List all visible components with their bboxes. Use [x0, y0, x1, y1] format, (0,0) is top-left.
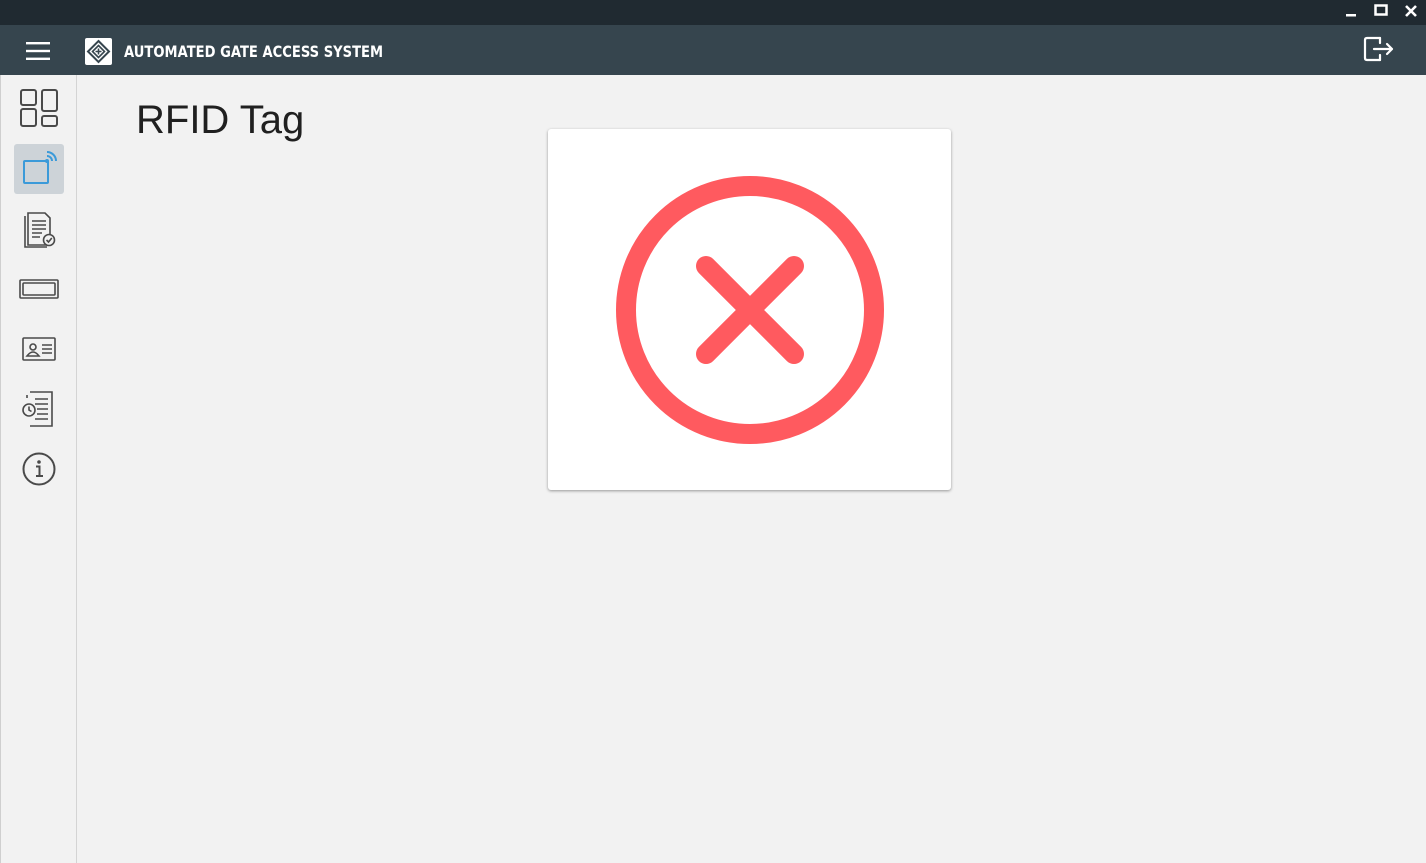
minimize-button[interactable] [1336, 0, 1366, 22]
document-check-icon [24, 212, 56, 248]
sidebar-item-id-card[interactable] [14, 324, 64, 374]
close-button[interactable] [1396, 0, 1426, 22]
sidebar-item-dashboard[interactable] [14, 83, 64, 133]
id-card-icon [22, 337, 56, 361]
sidebar-item-tag-card[interactable] [14, 264, 64, 314]
sidebar-item-info[interactable] [14, 444, 64, 494]
minimize-icon [1346, 14, 1356, 17]
maximize-icon [1374, 4, 1388, 16]
maximize-button[interactable] [1366, 0, 1396, 22]
app-header: AUTOMATED GATE ACCESS SYSTEM [0, 25, 1426, 75]
info-icon [22, 452, 56, 486]
logout-button[interactable] [1358, 30, 1398, 68]
sidebar-item-logs[interactable] [14, 384, 64, 434]
window-controls [1336, 0, 1426, 25]
dashboard-icon [20, 89, 58, 127]
gate-logo-icon [85, 37, 112, 65]
page-title: RFID Tag [136, 98, 305, 142]
sidebar-item-rfid-tag[interactable] [14, 144, 64, 194]
rfid-tag-icon [23, 151, 57, 184]
app-brand: AUTOMATED GATE ACCESS SYSTEM [84, 36, 440, 66]
sidebar-item-records[interactable] [14, 204, 64, 254]
window-titlebar [0, 0, 1426, 25]
log-history-icon [22, 391, 53, 427]
hamburger-menu-icon [26, 42, 50, 60]
app-title: AUTOMATED GATE ACCESS SYSTEM [124, 41, 384, 61]
close-icon [1405, 5, 1417, 17]
logout-icon [1363, 36, 1394, 62]
card-icon [19, 279, 59, 299]
error-x-circle-icon [615, 175, 884, 444]
rfid-status-card [548, 129, 951, 490]
sidebar [0, 75, 77, 863]
menu-button[interactable] [20, 37, 56, 65]
